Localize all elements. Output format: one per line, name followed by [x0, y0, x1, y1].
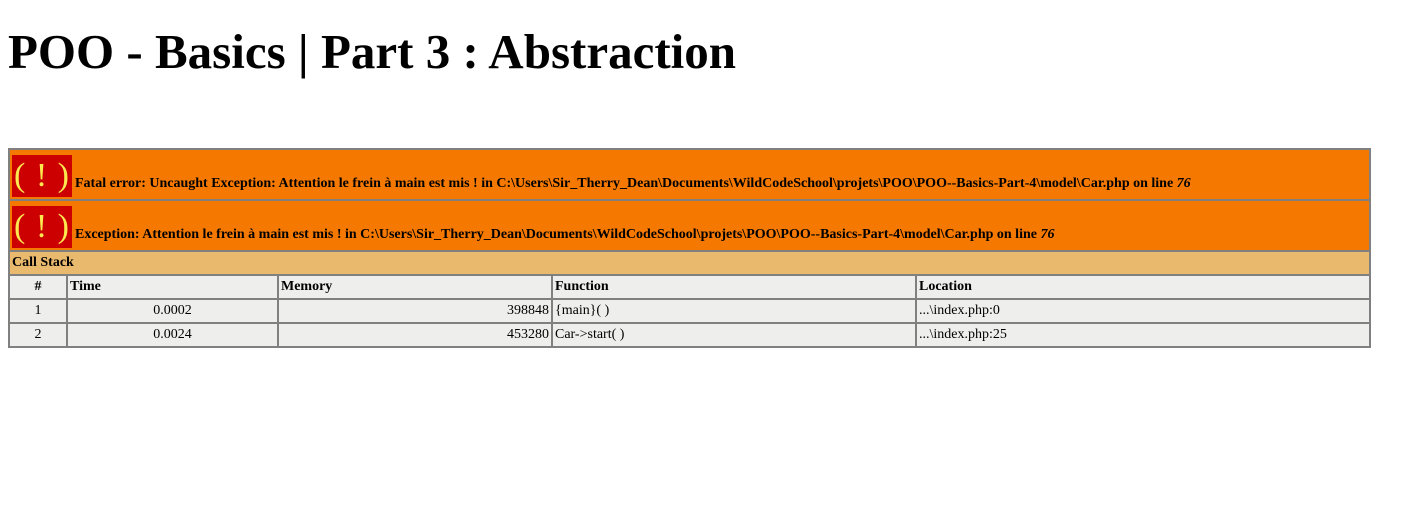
- exception-text: Exception: Attention le frein à main est…: [75, 227, 1041, 243]
- call-stack-header-row: Call Stack: [9, 251, 1370, 275]
- xdebug-error-table: ( ! ) Fatal error: Uncaught Exception: At…: [8, 148, 1371, 348]
- page-title: POO - Basics | Part 3 : Abstraction: [8, 24, 737, 79]
- exception-row: ( ! ) Exception: Attention le frein à mai…: [9, 200, 1370, 251]
- row-time: 0.0002: [67, 299, 278, 323]
- row-num: 1: [9, 299, 67, 323]
- fatal-error-line: 76: [1176, 176, 1191, 192]
- column-header-function: Function: [552, 275, 916, 299]
- table-row: 2 0.0024 453280 Car->start( ) ...\index.…: [9, 323, 1370, 347]
- fatal-error-text: Fatal error: Uncaught Exception: Attenti…: [75, 176, 1177, 192]
- row-location: ...\index.php:0: [916, 299, 1370, 323]
- call-stack-title: Call Stack: [9, 251, 1370, 275]
- row-time: 0.0024: [67, 323, 278, 347]
- exception-cell: ( ! ) Exception: Attention le frein à mai…: [9, 200, 1370, 251]
- fatal-error-message: Fatal error: Uncaught Exception: Attenti…: [75, 176, 1191, 194]
- row-num: 2: [9, 323, 67, 347]
- row-function: {main}( ): [552, 299, 916, 323]
- column-header-time: Time: [67, 275, 278, 299]
- fatal-error-row: ( ! ) Fatal error: Uncaught Exception: At…: [9, 149, 1370, 200]
- exception-line: 76: [1040, 227, 1055, 243]
- column-header-memory: Memory: [278, 275, 552, 299]
- table-row: 1 0.0002 398848 {main}( ) ...\index.php:…: [9, 299, 1370, 323]
- row-memory: 398848: [278, 299, 552, 323]
- error-icon: ( ! ): [12, 155, 72, 197]
- row-location: ...\index.php:25: [916, 323, 1370, 347]
- error-icon: ( ! ): [12, 206, 72, 248]
- row-memory: 453280: [278, 323, 552, 347]
- column-header-num: #: [9, 275, 67, 299]
- column-header-location: Location: [916, 275, 1370, 299]
- row-function: Car->start( ): [552, 323, 916, 347]
- fatal-error-cell: ( ! ) Fatal error: Uncaught Exception: At…: [9, 149, 1370, 200]
- call-stack-columns: # Time Memory Function Location: [9, 275, 1370, 299]
- exception-message: Exception: Attention le frein à main est…: [75, 227, 1054, 245]
